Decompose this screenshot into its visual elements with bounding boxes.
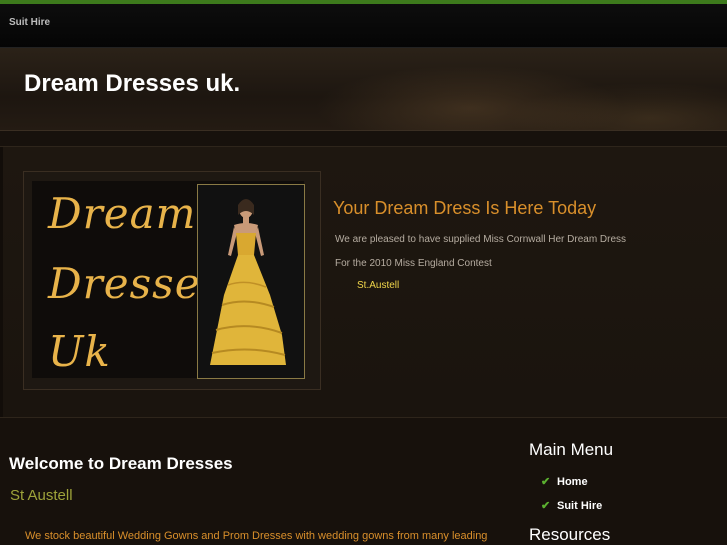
main-menu-heading: Main Menu [529,440,614,459]
header-divider [0,130,727,131]
intro-paragraph: We stock beautiful Wedding Gowns and Pro… [25,530,488,542]
menu-item-suit-hire[interactable]: ✔ Suit Hire [541,499,603,513]
check-icon: ✔ [541,500,551,512]
menu-item-home[interactable]: ✔ Home [541,475,588,489]
feature-text-line-2: For the 2010 Miss England Contest [335,258,492,269]
top-navigation: Suit Hire [0,4,727,48]
feature-headline: Your Dream Dress Is Here Today [333,198,597,218]
logo-line-uk: Uk [48,327,111,376]
page-title: Welcome to Dream Dresses [9,454,233,473]
check-icon: ✔ [541,476,551,488]
site-header: Dream Dresses uk. [0,48,727,130]
dress-photo [197,184,305,379]
dress-illustration [198,185,304,378]
logo-line-dream: Dream [48,189,197,238]
resources-heading: Resources [529,525,611,544]
feature-link-st-austell[interactable]: St.Austell [357,280,399,291]
feature-text-line-1: We are pleased to have supplied Miss Cor… [335,234,627,245]
topnav-item-suit-hire[interactable]: Suit Hire [9,17,50,28]
site-title[interactable]: Dream Dresses uk. [24,70,240,98]
feature-edge [0,147,3,417]
menu-item-label: Suit Hire [557,499,603,512]
page-subtitle: St Austell [10,487,73,504]
menu-item-label: Home [557,475,588,488]
